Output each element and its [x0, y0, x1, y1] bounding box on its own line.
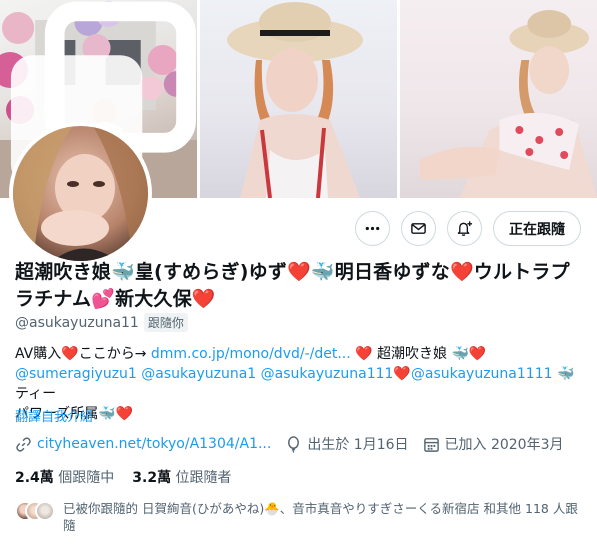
more-icon [365, 226, 380, 231]
bio-text: AV購入❤️ここから→ [15, 346, 151, 362]
banner-photo-hat [200, 0, 397, 198]
followers-label: 位跟隨者 [175, 470, 232, 486]
bio-link[interactable]: dmm.co.jp/mono/dvd/-/det... [151, 346, 351, 362]
handle: @asukayuzuna11 [15, 314, 139, 331]
balloon-icon [288, 435, 300, 453]
bio-mention[interactable]: @sumeragiyuzu1 [15, 366, 137, 382]
profile-avatar[interactable] [9, 122, 152, 265]
website-link[interactable]: cityheaven.net/tokyo/A1304/A1... [37, 436, 271, 452]
follows-you-badge: 跟隨你 [143, 313, 188, 332]
known-followers[interactable]: 已被你跟隨的 日賀絢音(ひがあやね)🐣、音市真音やりすぎさーくる新宿店 和其他 … [15, 500, 585, 534]
bio-mention[interactable]: @asukayuzuna1 [141, 366, 256, 382]
followers-count-link[interactable]: 3.2萬 位跟隨者 [132, 467, 231, 487]
banner-photo-pose [400, 0, 597, 198]
notify-button[interactable] [447, 211, 482, 246]
profile-actions: 正在跟隨 [355, 211, 581, 246]
bio: AV購入❤️ここから→ dmm.co.jp/mono/dvd/-/det... … [15, 344, 585, 424]
mail-icon [411, 223, 426, 234]
avatar-photo [13, 126, 148, 261]
following-label: 個跟隨中 [58, 470, 115, 486]
translate-bio-link[interactable]: 翻譯自我介紹 [15, 406, 93, 425]
bio-mention[interactable]: @asukayuzuna111 [261, 366, 394, 382]
website-item[interactable]: cityheaven.net/tokyo/A1304/A1... [15, 436, 271, 453]
avatar [35, 501, 55, 521]
handle-row: @asukayuzuna11 跟隨你 [15, 313, 188, 332]
known-followers-avatars [15, 501, 55, 521]
bio-text: ❤️ 超潮吹き娘 🐳❤️ [350, 346, 487, 362]
known-followers-text: 已被你跟隨的 日賀絢音(ひがあやね)🐣、音市真音やりすぎさーくる新宿店 和其他 … [63, 501, 578, 533]
message-button[interactable] [401, 211, 436, 246]
more-button[interactable] [355, 211, 390, 246]
bell-plus-icon [457, 221, 473, 237]
joined-item: 已加入 2020年3月 [423, 434, 564, 454]
followers-count: 3.2萬 [132, 470, 172, 486]
birthday-text: 出生於 1月16日 [307, 437, 409, 453]
birthday-item: 出生於 1月16日 [285, 434, 409, 454]
following-count: 2.4萬 [15, 470, 54, 486]
following-button[interactable]: 正在跟隨 [493, 211, 581, 246]
bio-text: ❤️ [393, 366, 411, 382]
joined-text: 已加入 2020年3月 [444, 437, 564, 453]
display-name: 超潮吹き娘🐳皇(すめらぎ)ゆず❤️🐳明日香ゆずな❤️ウルトラプラチナム💕新大久保… [15, 261, 570, 310]
profile-meta: cityheaven.net/tokyo/A1304/A1... 出生於 1月1… [15, 434, 564, 454]
follow-counts: 2.4萬 個跟隨中 3.2萬 位跟隨者 [15, 467, 232, 487]
bio-mention[interactable]: @asukayuzuna1111 [411, 366, 553, 382]
calendar-icon [423, 437, 439, 452]
following-count-link[interactable]: 2.4萬 個跟隨中 [15, 467, 114, 487]
link-icon [16, 436, 31, 452]
